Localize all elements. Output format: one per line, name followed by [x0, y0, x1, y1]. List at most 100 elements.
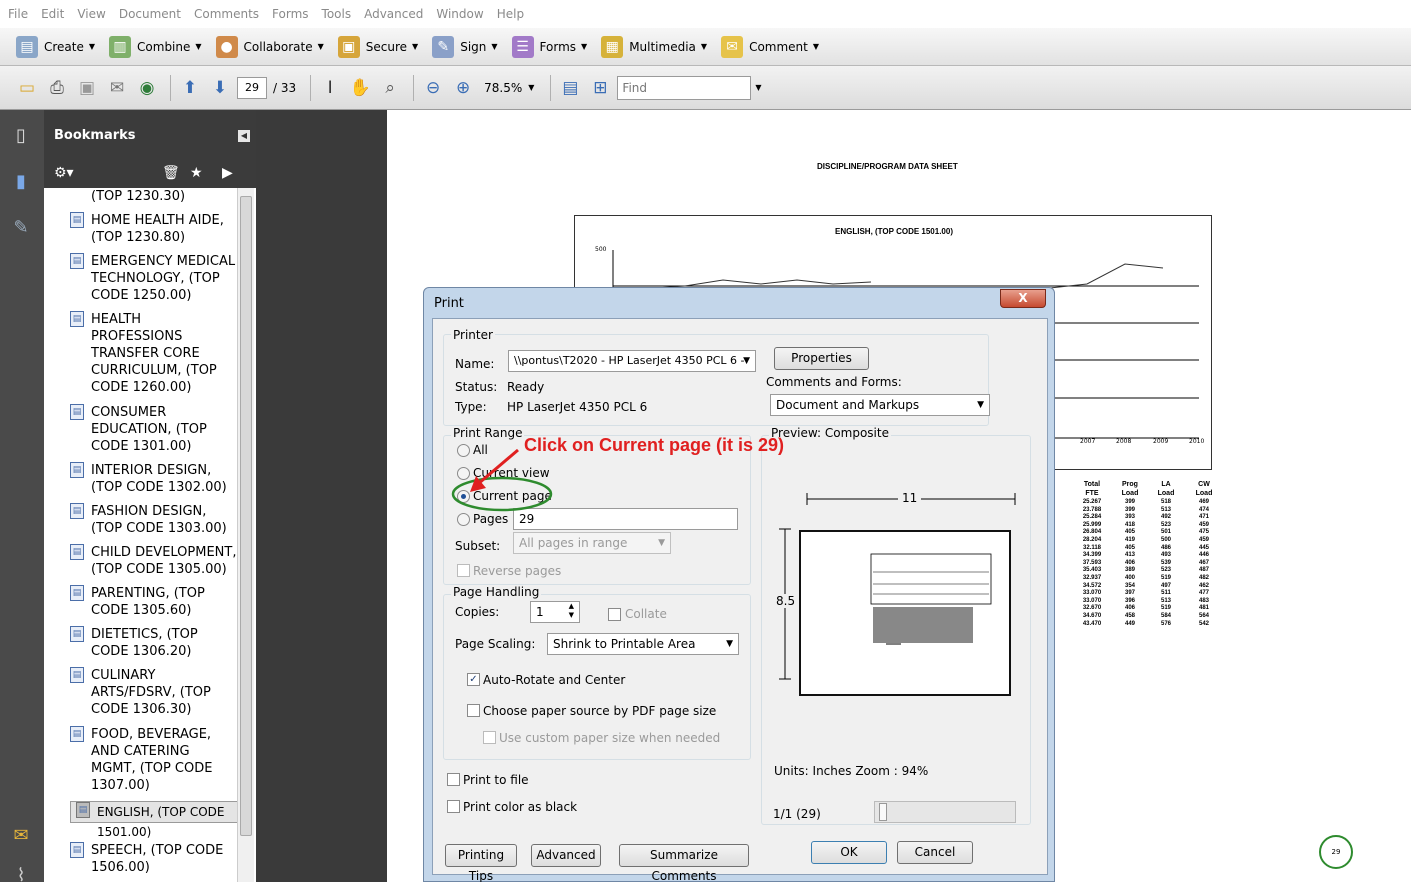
preview-page-slider[interactable]: [874, 801, 1016, 823]
printer-name-select[interactable]: \\pontus\T2020 - HP LaserJet 4350 PCL 6 …: [508, 350, 756, 372]
bookmark-label: CONSUMER EDUCATION, (TOP CODE 1301.00): [91, 405, 207, 454]
share-icon[interactable]: ◉: [134, 75, 160, 101]
pages-icon[interactable]: ▯: [8, 122, 34, 148]
close-button[interactable]: X: [1000, 289, 1046, 308]
print-icon[interactable]: ⎙: [44, 75, 70, 101]
fit-page-icon[interactable]: ⊞: [587, 75, 613, 101]
open-icon[interactable]: ▭: [14, 75, 40, 101]
ok-button[interactable]: OK: [811, 841, 887, 864]
bookmarks-icon[interactable]: ▮: [8, 168, 34, 194]
comments-forms-select[interactable]: Document and Markups ▼: [770, 394, 990, 416]
options-gear-icon[interactable]: ⚙▾: [54, 165, 74, 181]
copies-input[interactable]: 1 ▲ ▼: [530, 601, 580, 623]
current-view-radio[interactable]: [457, 467, 470, 480]
find-dropdown-icon[interactable]: ▼: [755, 83, 761, 92]
paper-source-checkbox[interactable]: [467, 704, 480, 717]
menu-forms[interactable]: Forms: [272, 7, 308, 21]
save-icon[interactable]: ▣: [74, 75, 100, 101]
menu-comments[interactable]: Comments: [194, 7, 259, 21]
print-color-black-checkbox[interactable]: [447, 800, 460, 813]
menu-file[interactable]: File: [8, 7, 28, 21]
zoom-level[interactable]: 78.5%: [484, 81, 522, 95]
menu-view[interactable]: View: [77, 7, 105, 21]
menu-tools[interactable]: Tools: [322, 7, 352, 21]
bookmark-item[interactable]: ▤ DIETETICS, (TOP CODE 1306.20): [70, 626, 239, 660]
find-input[interactable]: Find: [617, 75, 752, 100]
cancel-button[interactable]: Cancel: [897, 841, 973, 864]
zoom-in-icon[interactable]: ⊕: [450, 75, 476, 101]
zoom-out-icon[interactable]: ⊖: [420, 75, 446, 101]
bookmark-item[interactable]: ▤ CULINARY ARTS/FDSRV, (TOP CODE 1306.30): [70, 667, 239, 718]
collaborate-button[interactable]: ● Collaborate ▼: [215, 35, 324, 58]
menu-help[interactable]: Help: [497, 7, 524, 21]
collapse-panel-icon[interactable]: ◀: [238, 130, 250, 142]
fit-width-icon[interactable]: ▤: [557, 75, 583, 101]
subset-select[interactable]: All pages in range ▼: [513, 532, 671, 554]
delete-icon[interactable]: 🗑: [162, 165, 180, 181]
attachments-icon[interactable]: ⌇: [8, 862, 34, 882]
email-icon[interactable]: ✉: [104, 75, 130, 101]
paper-source-label: Choose paper source by PDF page size: [483, 704, 717, 718]
bookmark-item[interactable]: ▤ INTERIOR DESIGN, (TOP CODE 1302.00): [70, 462, 239, 496]
spinner-icon[interactable]: ▲ ▼: [569, 602, 574, 620]
properties-button[interactable]: Properties: [774, 347, 869, 370]
signatures-icon[interactable]: ✎: [8, 214, 34, 240]
slider-thumb[interactable]: [879, 803, 887, 821]
custom-paper-checkbox[interactable]: [483, 731, 496, 744]
pages-radio[interactable]: [457, 513, 470, 526]
scrollbar-thumb[interactable]: [240, 196, 252, 836]
bookmark-item[interactable]: ▤ EMERGENCY MEDICAL TECHNOLOGY, (TOP CODE…: [70, 253, 239, 304]
table-cell: 475: [1198, 529, 1209, 536]
bookmark-item[interactable]: ▤ PARENTING, (TOP CODE 1305.60): [70, 585, 239, 619]
forms-button[interactable]: ☰ Forms ▼: [511, 35, 587, 58]
summarize-comments-button[interactable]: Summarize Comments: [619, 844, 749, 882]
bookmark-item[interactable]: ▤ CONSUMER EDUCATION, (TOP CODE 1301.00): [70, 404, 239, 455]
pages-input[interactable]: 29: [513, 508, 738, 530]
year-label: 2009: [1153, 438, 1169, 445]
hand-tool-icon[interactable]: ✋: [347, 75, 373, 101]
panel-splitter[interactable]: [256, 110, 387, 882]
expand-bookmark-icon[interactable]: ▶: [222, 165, 233, 181]
current-page-label[interactable]: Current page: [473, 489, 552, 503]
reverse-pages-checkbox[interactable]: [457, 564, 470, 577]
bookmark-item[interactable]: (TOP 1230.30): [70, 188, 239, 205]
page-scaling-select[interactable]: Shrink to Printable Area ▼: [547, 633, 739, 655]
create-button[interactable]: ▤ Create ▼: [16, 35, 95, 58]
sign-button[interactable]: ✎ Sign ▼: [432, 35, 498, 58]
bookmarks-scrollbar[interactable]: [237, 188, 254, 882]
status-label: Status:: [455, 380, 498, 394]
previous-page-icon[interactable]: ⬆: [177, 75, 203, 101]
bookmark-item[interactable]: ▤ CHILD DEVELOPMENT, (TOP CODE 1305.00): [70, 544, 239, 578]
sign-label: Sign: [460, 39, 487, 54]
menu-edit[interactable]: Edit: [41, 7, 64, 21]
page-number-input[interactable]: 29: [237, 76, 267, 99]
bookmark-item[interactable]: ▤ FOOD, BEVERAGE, AND CATERING MGMT, (TOP…: [70, 726, 239, 794]
bookmark-item[interactable]: ▤ HEALTH PROFESSIONS TRANSFER CORE CURRIC…: [70, 311, 239, 396]
zoom-tool-icon[interactable]: ⌕: [377, 75, 403, 101]
select-tool-icon[interactable]: I: [317, 75, 343, 101]
new-bookmark-icon[interactable]: ★: [190, 165, 203, 181]
comments-icon[interactable]: ✉: [8, 822, 34, 848]
secure-button[interactable]: ▣ Secure ▼: [337, 35, 418, 58]
all-radio[interactable]: [457, 444, 470, 457]
comment-button[interactable]: ✉ Comment ▼: [721, 35, 819, 58]
printing-tips-button[interactable]: Printing Tips: [445, 844, 517, 882]
advanced-button[interactable]: Advanced: [531, 844, 601, 867]
collate-checkbox[interactable]: [608, 608, 621, 621]
current-page-radio[interactable]: [457, 490, 470, 503]
table-cell: 34.572: [1082, 582, 1102, 589]
bookmark-item-selected[interactable]: ▤ ENGLISH, (TOP CODE 1501.00): [70, 801, 239, 839]
zoom-dropdown-icon[interactable]: ▼: [528, 83, 534, 92]
print-to-file-checkbox[interactable]: [447, 773, 460, 786]
multimedia-button[interactable]: ▦ Multimedia ▼: [601, 35, 707, 58]
next-page-icon[interactable]: ⬇: [207, 75, 233, 101]
menu-document[interactable]: Document: [119, 7, 181, 21]
bookmark-item[interactable]: ▤ SPEECH, (TOP CODE 1506.00): [70, 842, 239, 876]
bookmark-item[interactable]: ▤ FASHION DESIGN, (TOP CODE 1303.00): [70, 503, 239, 537]
auto-rotate-checkbox[interactable]: ✓: [467, 673, 480, 686]
auto-rotate-label: Auto-Rotate and Center: [483, 673, 626, 687]
menu-window[interactable]: Window: [436, 7, 483, 21]
bookmark-item[interactable]: ▤ HOME HEALTH AIDE, (TOP 1230.80): [70, 212, 239, 246]
menu-advanced[interactable]: Advanced: [364, 7, 423, 21]
combine-button[interactable]: ▥ Combine ▼: [109, 35, 202, 58]
